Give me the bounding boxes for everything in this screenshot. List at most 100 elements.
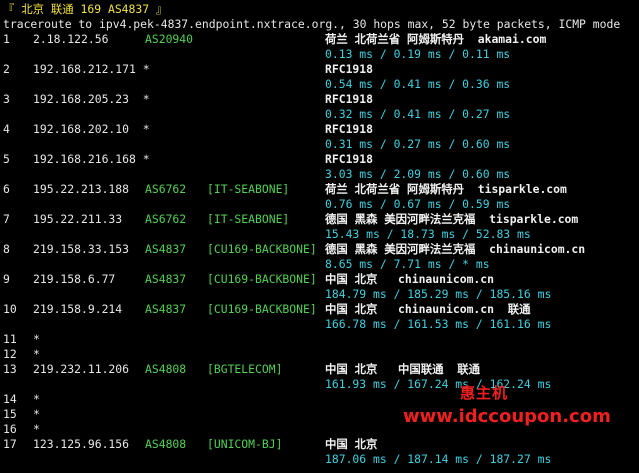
- hop-rtt: 8.65 ms / 7.71 ms / * ms: [325, 257, 490, 271]
- hop-rtt-row: 187.06 ms / 187.14 ms / 187.27 ms: [3, 452, 639, 467]
- hop-number: 4: [3, 122, 10, 136]
- hop-rtt-row: 0.54 ms / 0.41 ms / 0.36 ms: [3, 77, 639, 92]
- hop-ip: 219.158.6.77: [33, 272, 116, 286]
- watermark-url: www.idccoupon.com: [403, 406, 611, 427]
- hop-rtt-row: 3.03 ms / 2.09 ms / 0.60 ms: [3, 167, 639, 182]
- hop-asn: AS20940: [145, 32, 194, 46]
- hop-rtt: 15.43 ms / 18.73 ms / 52.83 ms: [325, 227, 531, 241]
- hop-network-tag: [BGTELECOM]: [207, 362, 283, 376]
- hop-geo: 荷兰 北荷兰省 阿姆斯特丹 akamai.com: [325, 32, 547, 46]
- hop-row: 4 192.168.202.10 * RFC1918: [3, 122, 639, 137]
- hop-rtt-row: 0.31 ms / 0.27 ms / 0.60 ms: [3, 137, 639, 152]
- hop-network-tag: [IT-SEABONE]: [207, 212, 290, 226]
- hop-rtt: 0.13 ms / 0.19 ms / 0.11 ms: [325, 47, 511, 61]
- hop-number: 6: [3, 182, 10, 196]
- trace-title: 『 北京 联通 169 AS4837 』: [3, 2, 168, 16]
- hop-geo: 中国 北京: [325, 437, 378, 451]
- hop-rtt-row: 0.76 ms / 0.67 ms / 0.59 ms: [3, 197, 639, 212]
- hop-ip: *: [33, 407, 40, 421]
- hop-row: 8 219.158.33.153 AS4837 [CU169-BACKBONE] 德国 …: [3, 242, 639, 257]
- traceroute-command: traceroute to ipv4.pek-4837.endpoint.nxt…: [3, 17, 621, 31]
- hop-row: 7 195.22.211.33 AS6762 [IT-SEABONE] 德国 黑森 美因…: [3, 212, 639, 227]
- hop-geo: RFC1918: [325, 152, 374, 166]
- hop-number: 12: [3, 347, 17, 361]
- hop-ip: 192.168.205.23 *: [33, 92, 150, 106]
- hop-ip: 192.168.216.168 *: [33, 152, 150, 166]
- hop-ip: *: [33, 332, 40, 346]
- hop-ip: 195.22.211.33: [33, 212, 123, 226]
- hop-row: 14 *: [3, 392, 639, 407]
- hop-network-tag: [CU169-BACKBONE]: [207, 272, 317, 286]
- hop-number: 3: [3, 92, 10, 106]
- hop-rtt-row: 184.79 ms / 185.29 ms / 185.16 ms: [3, 287, 639, 302]
- hop-geo: RFC1918: [325, 92, 374, 106]
- hop-geo: 中国 北京 chinaunicom.cn: [325, 272, 495, 286]
- hop-network-tag: [IT-SEABONE]: [207, 182, 290, 196]
- hop-rtt: 166.78 ms / 161.53 ms / 161.16 ms: [325, 317, 552, 331]
- hop-number: 8: [3, 242, 10, 256]
- hop-ip: 219.158.9.214: [33, 302, 123, 316]
- hop-row: 12 *: [3, 347, 639, 362]
- hop-row: 17 123.125.96.156 AS4808 [UNICOM-BJ] 中国 北京: [3, 437, 639, 452]
- hop-geo: 德国 黑森 美因河畔法兰克福 chinaunicom.cn: [325, 242, 586, 256]
- hop-ip: 219.232.11.206: [33, 362, 130, 376]
- hop-asn: AS4808: [145, 437, 187, 451]
- hop-ip: *: [33, 422, 40, 436]
- hop-rtt-row: 15.43 ms / 18.73 ms / 52.83 ms: [3, 227, 639, 242]
- hop-asn: AS6762: [145, 182, 187, 196]
- hop-network-tag: [UNICOM-BJ]: [207, 437, 283, 451]
- hop-row: 6 195.22.213.188 AS6762 [IT-SEABONE] 荷兰 北荷兰省…: [3, 182, 639, 197]
- hop-row: 9 219.158.6.77 AS4837 [CU169-BACKBONE] 中国 北京…: [3, 272, 639, 287]
- hop-row: 13 219.232.11.206 AS4808 [BGTELECOM] 中国 北京 中…: [3, 362, 639, 377]
- hop-rtt: 161.93 ms / 167.24 ms / 162.24 ms: [325, 377, 552, 391]
- hop-asn: AS6762: [145, 212, 187, 226]
- hop-rtt: 0.76 ms / 0.67 ms / 0.59 ms: [325, 197, 511, 211]
- hop-number: 5: [3, 152, 10, 166]
- hop-row: 3 192.168.205.23 * RFC1918: [3, 92, 639, 107]
- hop-ip: *: [33, 347, 40, 361]
- hop-asn: AS4837: [145, 272, 187, 286]
- hop-number: 17: [3, 437, 17, 451]
- hop-number: 9: [3, 272, 10, 286]
- hop-number: 1: [3, 32, 10, 46]
- hop-row: 5 192.168.216.168 * RFC1918: [3, 152, 639, 167]
- hop-ip: 123.125.96.156: [33, 437, 130, 451]
- hop-row: 11 *: [3, 332, 639, 347]
- hop-rtt: 0.54 ms / 0.41 ms / 0.36 ms: [325, 77, 511, 91]
- hop-rtt: 0.32 ms / 0.41 ms / 0.27 ms: [325, 107, 511, 121]
- hop-number: 7: [3, 212, 10, 226]
- hop-ip: 195.22.213.188: [33, 182, 130, 196]
- hop-row: 1 2.18.122.56 AS20940 荷兰 北荷兰省 阿姆斯特丹 akamai.…: [3, 32, 639, 47]
- hop-number: 13: [3, 362, 17, 376]
- hop-asn: AS4837: [145, 302, 187, 316]
- hop-ip: 219.158.33.153: [33, 242, 130, 256]
- hop-number: 2: [3, 62, 10, 76]
- hop-geo: RFC1918: [325, 62, 374, 76]
- hop-number: 14: [3, 392, 17, 406]
- hop-asn: AS4837: [145, 242, 187, 256]
- terminal-output: 『 北京 联通 169 AS4837 』 traceroute to ipv4.…: [3, 2, 639, 467]
- hop-rtt-row: 0.32 ms / 0.41 ms / 0.27 ms: [3, 107, 639, 122]
- hop-geo: 荷兰 北荷兰省 阿姆斯特丹 tisparkle.com: [325, 182, 567, 196]
- hop-rtt: 184.79 ms / 185.29 ms / 185.16 ms: [325, 287, 552, 301]
- hop-geo: 中国 北京 中国联通 联通: [325, 362, 481, 376]
- hop-rtt: 0.31 ms / 0.27 ms / 0.60 ms: [325, 137, 511, 151]
- hop-rtt: 187.06 ms / 187.14 ms / 187.27 ms: [325, 452, 552, 466]
- hop-number: 15: [3, 407, 17, 421]
- hop-ip: 192.168.212.171 *: [33, 62, 150, 76]
- watermark-name: 惠主机: [460, 384, 509, 402]
- hop-geo: 德国 黑森 美因河畔法兰克福 tisparkle.com: [325, 212, 579, 226]
- hop-rtt-row: 166.78 ms / 161.53 ms / 161.16 ms: [3, 317, 639, 332]
- hop-geo: 中国 北京 chinaunicom.cn 联通: [325, 302, 531, 316]
- hop-ip: 192.168.202.10 *: [33, 122, 150, 136]
- hop-row: 10 219.158.9.214 AS4837 [CU169-BACKBONE] 中国 …: [3, 302, 639, 317]
- hop-rtt-row: 0.13 ms / 0.19 ms / 0.11 ms: [3, 47, 639, 62]
- hop-rtt: 3.03 ms / 2.09 ms / 0.60 ms: [325, 167, 511, 181]
- hop-geo: RFC1918: [325, 122, 374, 136]
- hop-number: 16: [3, 422, 17, 436]
- hop-network-tag: [CU169-BACKBONE]: [207, 302, 317, 316]
- hop-rtt-row: 8.65 ms / 7.71 ms / * ms: [3, 257, 639, 272]
- hop-list: 1 2.18.122.56 AS20940 荷兰 北荷兰省 阿姆斯特丹 akamai.…: [3, 32, 639, 467]
- hop-ip: 2.18.122.56: [33, 32, 109, 46]
- hop-row: 2 192.168.212.171 * RFC1918: [3, 62, 639, 77]
